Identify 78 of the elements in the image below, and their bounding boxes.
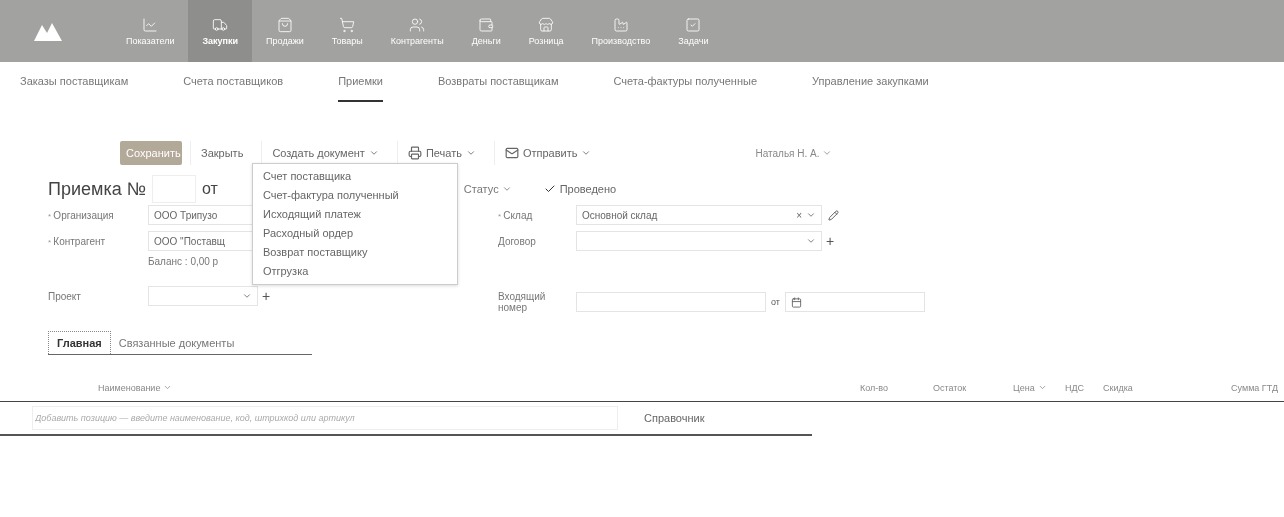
column-header[interactable]: Скидка <box>1103 383 1232 401</box>
subnav-link[interactable]: Заказы поставщикам <box>20 75 129 102</box>
tab[interactable]: Связанные документы <box>110 331 243 354</box>
from-label: от <box>771 297 780 307</box>
menu-item[interactable]: Расходный ордер <box>253 224 457 243</box>
subnav-link[interactable]: Счета поставщиков <box>183 75 284 102</box>
column-header[interactable]: Кол-во <box>860 383 933 401</box>
menu-item[interactable]: Отгрузка <box>253 262 457 281</box>
subnav-link[interactable]: Управление закупками <box>812 75 929 102</box>
nav-item[interactable]: Продажи <box>252 0 318 62</box>
posted-checkbox[interactable]: Проведено <box>543 183 617 195</box>
subnav-link[interactable]: Приемки <box>338 75 383 102</box>
nav-item[interactable]: Закупки <box>188 0 253 62</box>
select-field[interactable] <box>576 231 822 251</box>
caret-icon <box>465 148 476 158</box>
balance-text: Баланс : 0,00 р <box>148 256 219 267</box>
input-field[interactable] <box>576 292 766 312</box>
menu-item[interactable]: Счет поставщика <box>253 167 457 186</box>
field-label: Входящий номер <box>498 291 547 313</box>
nav-item[interactable]: Контрагенты <box>376 0 458 62</box>
field-label: Договор <box>498 235 537 247</box>
document-title: Приемка № <box>48 178 146 200</box>
printer-icon <box>407 146 422 160</box>
nav-item[interactable]: Деньги <box>457 0 515 62</box>
date-field[interactable] <box>784 292 925 312</box>
chart-icon <box>142 16 159 33</box>
column-header[interactable]: Цена <box>1013 383 1065 401</box>
column-header[interactable]: Наименование <box>0 383 860 401</box>
people-icon <box>409 16 426 33</box>
nav-item[interactable]: Производство <box>577 0 665 62</box>
tab[interactable]: Главная <box>48 331 111 354</box>
from-label: от <box>202 180 218 198</box>
truck-icon <box>212 16 229 33</box>
field-label: * Контрагент <box>48 235 107 247</box>
add-button[interactable]: + <box>822 233 839 249</box>
wallet-icon <box>478 16 495 33</box>
caret-icon <box>501 184 512 194</box>
logo-icon <box>34 21 62 41</box>
send-button[interactable]: Отправить <box>493 141 602 165</box>
store-icon <box>538 16 555 33</box>
field-label: * Организация <box>48 209 115 221</box>
add-position-field[interactable]: Добавить позицию — введите наименование, код, штрихкод или артикул <box>32 406 618 430</box>
bag-icon <box>276 16 293 33</box>
caret-icon <box>242 291 252 301</box>
checkbox-icon <box>685 16 702 33</box>
caret-icon <box>806 236 816 246</box>
caret-icon <box>806 210 816 220</box>
field-label: * Склад <box>498 209 534 221</box>
user-menu[interactable]: Наталья Н. А. <box>749 146 838 160</box>
nav-item[interactable]: Показатели <box>112 0 189 62</box>
column-header[interactable]: Остаток <box>933 383 1013 401</box>
caret-icon <box>163 383 173 392</box>
caret-icon <box>1037 383 1047 392</box>
nav-item[interactable]: Товары <box>317 0 377 62</box>
menu-item[interactable]: Возврат поставщику <box>253 243 457 262</box>
column-header[interactable]: НДС <box>1065 383 1103 401</box>
factory-icon <box>612 16 629 33</box>
field-label: Проект <box>48 290 82 302</box>
caret-icon <box>581 148 592 158</box>
subnav-link[interactable]: Счета-фактуры полученные <box>613 75 758 102</box>
status-dropdown[interactable]: Статус <box>457 182 518 196</box>
mail-icon <box>504 146 519 160</box>
nav-item[interactable]: Задачи <box>664 0 723 62</box>
input-field[interactable] <box>148 286 258 306</box>
edit-icon[interactable] <box>828 209 839 221</box>
select-field[interactable]: Основной склад × <box>576 205 822 225</box>
check-icon <box>543 183 556 195</box>
menu-item[interactable]: Исходящий платеж <box>253 205 457 224</box>
caret-icon <box>368 148 379 158</box>
cart-icon <box>339 16 356 33</box>
add-button[interactable]: + <box>258 288 275 304</box>
caret-icon <box>821 148 832 158</box>
calendar-icon <box>790 296 802 308</box>
nav-item[interactable]: Розница <box>514 0 578 62</box>
subnav-link[interactable]: Возвраты поставщикам <box>437 75 559 102</box>
catalog-button[interactable]: Справочник <box>638 411 711 425</box>
column-header[interactable]: Сумма ГТД <box>1231 383 1278 401</box>
menu-item[interactable]: Счет-фактура полученный <box>253 186 457 205</box>
